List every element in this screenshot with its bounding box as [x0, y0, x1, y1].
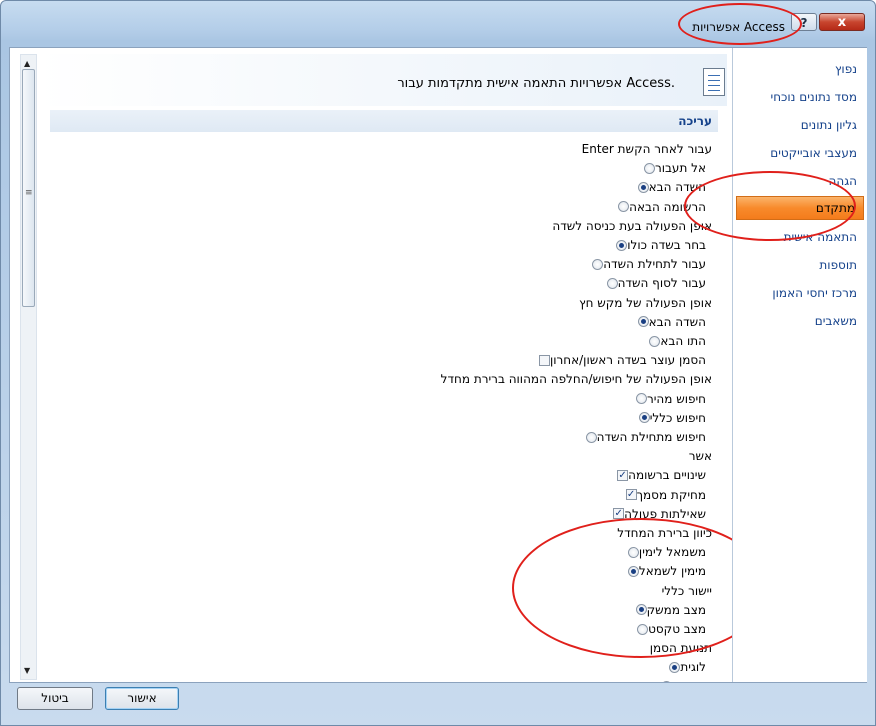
checkbox-option[interactable]: שינויים ברשומה ✓ [611, 466, 706, 484]
highlight-ring-direction [512, 518, 732, 658]
option-text: שינויים ברשומה [628, 468, 706, 483]
radio-button[interactable] [618, 201, 630, 213]
radio-button[interactable] [585, 431, 597, 443]
radio-button[interactable] [637, 316, 649, 328]
radio-button[interactable] [592, 258, 604, 270]
radio-button[interactable] [638, 412, 650, 424]
cancel-button[interactable]: ביטול [17, 687, 93, 710]
option-label-text: עבור לאחר הקשת Enter [581, 142, 712, 156]
checkbox[interactable] [538, 354, 550, 366]
option-text: עבור לסוף השדה [617, 276, 706, 291]
dialog-content: ▲ ≡ ▼ אפשרויות התאמה אישית מתקדמות עבור … [9, 47, 867, 683]
radio-option[interactable]: עבור לסוף השדה [601, 274, 706, 292]
option-text: הסמן עוצר בשדה ראשון/אחרון [549, 353, 706, 368]
radio-option[interactable]: עבור לתחילת השדה [586, 255, 706, 273]
options-dialog: אפשרויות Access ? x ▲ ≡ ▼ אפשרויות התאמה… [0, 0, 876, 726]
nav-item[interactable]: מסד נתונים נוכחי [771, 90, 857, 104]
radio-option[interactable]: לוגית [663, 658, 706, 676]
radio-button[interactable] [669, 661, 681, 673]
scroll-down-icon[interactable]: ▼ [24, 666, 30, 675]
option-label-text: אופן הפעולה של חיפוש/החלפה המהווה ברירת … [440, 372, 712, 387]
checkbox-option[interactable]: מחיקת מסמך ✓ [620, 486, 706, 504]
option-group-label: אופן הפעולה של מקש חץ [579, 294, 712, 312]
options-nav: מתקדם נפוץ מסד נתונים נוכחי גליון נתונים מע… [732, 48, 867, 682]
radio-option[interactable]: חזותית [655, 678, 706, 682]
option-label-text: אופן הפעולה בעת כניסה לשדה [552, 218, 712, 233]
scroll-up-icon[interactable]: ▲ [24, 59, 30, 68]
radio-button[interactable] [643, 162, 655, 174]
close-button[interactable]: x [819, 13, 865, 31]
option-text: התו הבא [660, 334, 706, 348]
radio-option[interactable]: התו הבא [643, 332, 706, 350]
option-group-label: אשר [689, 447, 712, 465]
radio-button[interactable] [661, 681, 673, 682]
grip-icon: ≡ [25, 188, 33, 198]
nav-item[interactable]: מרכז יחסי האמון [772, 286, 857, 300]
option-text: לוגית [680, 660, 706, 675]
checkbox-option[interactable]: הסמן עוצר בשדה ראשון/אחרון [533, 351, 706, 369]
option-text: בחר בשדה כולו [627, 238, 706, 252]
scroll-thumb[interactable]: ≡ [22, 69, 35, 307]
option-text: השדה הבא [648, 314, 706, 329]
option-label-text: אופן הפעולה של מקש חץ [579, 295, 712, 310]
pane-header: אפשרויות התאמה אישית מתקדמות עבור Access… [37, 54, 727, 106]
nav-item[interactable]: גליון נתונים [801, 118, 857, 132]
nav-item[interactable]: תוספות [819, 258, 857, 272]
radio-button[interactable] [606, 277, 618, 289]
option-label-text: אשר [688, 449, 712, 464]
settings-list-icon [703, 68, 725, 96]
option-text: חיפוש מתחילת השדה [596, 430, 706, 444]
radio-option[interactable]: אל תעבור [638, 159, 706, 177]
nav-item[interactable]: מעצבי אובייקטים [770, 146, 857, 160]
option-text: מחיקת מסמך [636, 487, 706, 502]
checkbox[interactable]: ✓ [613, 508, 625, 520]
option-group-label: אופן הפעולה בעת כניסה לשדה [552, 217, 712, 235]
radio-button[interactable] [649, 335, 661, 347]
highlight-ring-nav [684, 171, 856, 241]
option-text: חיפוש מהיר [646, 391, 706, 406]
section-title: עריכה [678, 114, 712, 128]
radio-option[interactable]: חיפוש כללי [633, 409, 706, 427]
checkbox[interactable]: ✓ [625, 489, 637, 501]
ok-button[interactable]: אישור [105, 687, 179, 710]
highlight-ring-title [678, 3, 802, 45]
radio-button[interactable] [635, 393, 647, 405]
option-group-label: עבור לאחר הקשת Enter [582, 140, 712, 158]
option-text: עבור לתחילת השדה [603, 257, 706, 272]
option-text: חיפוש כללי [649, 410, 706, 425]
radio-option[interactable]: השדה הבא [632, 313, 706, 331]
option-text: חזותית [672, 680, 706, 682]
option-text: אל תעבור [654, 161, 706, 176]
radio-option[interactable]: חיפוש מהיר [630, 390, 706, 408]
pane-header-text: אפשרויות התאמה אישית מתקדמות עבור Access… [397, 76, 675, 91]
option-group-label: אופן הפעולה של חיפוש/החלפה המהווה ברירת … [441, 370, 712, 388]
vertical-scrollbar[interactable]: ▲ ≡ ▼ [20, 54, 37, 680]
nav-item[interactable]: משאבים [815, 314, 857, 328]
checkbox[interactable]: ✓ [617, 469, 629, 481]
radio-option[interactable]: בחר בשדה כולו [610, 236, 706, 254]
section-header-editing: עריכה [50, 110, 718, 132]
radio-option[interactable]: חיפוש מתחילת השדה [580, 428, 706, 446]
radio-button[interactable] [616, 239, 628, 251]
nav-item[interactable]: נפוץ [835, 62, 857, 76]
settings-pane: ▲ ≡ ▼ אפשרויות התאמה אישית מתקדמות עבור … [10, 48, 732, 682]
radio-button[interactable] [637, 181, 649, 193]
